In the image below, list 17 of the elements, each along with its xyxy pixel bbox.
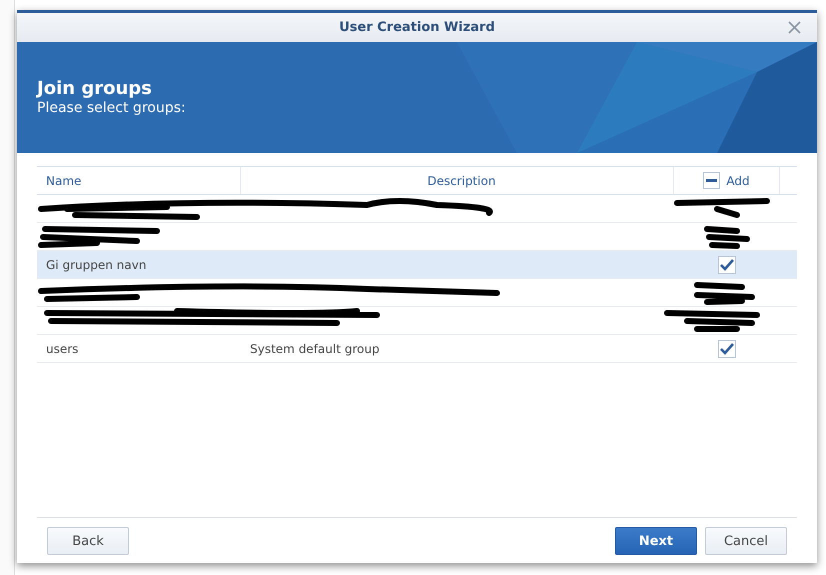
close-icon[interactable]	[788, 21, 801, 34]
checkbox-checked[interactable]	[718, 340, 736, 358]
column-header[interactable]: Add	[726, 174, 750, 188]
table-cell-text: users	[45, 340, 80, 358]
column-header[interactable]: Description	[241, 167, 674, 194]
window-title: User Creation Wizard	[339, 20, 495, 35]
table-cell-text: System default group	[249, 340, 380, 358]
column-header[interactable]: Name	[37, 167, 241, 194]
checkbox-checked[interactable]	[718, 256, 736, 274]
select-all-checkbox[interactable]	[703, 172, 720, 189]
step-title: Join groups	[37, 79, 153, 99]
table-row[interactable]: Gi gruppen navn	[37, 251, 797, 279]
step-subtitle: Please select groups:	[37, 99, 187, 117]
table-cell-text: Gi gruppen navn	[45, 256, 148, 274]
secondary-button[interactable]: Back	[47, 527, 129, 555]
primary-button[interactable]: Next	[615, 527, 697, 555]
secondary-button[interactable]: Cancel	[705, 527, 787, 555]
